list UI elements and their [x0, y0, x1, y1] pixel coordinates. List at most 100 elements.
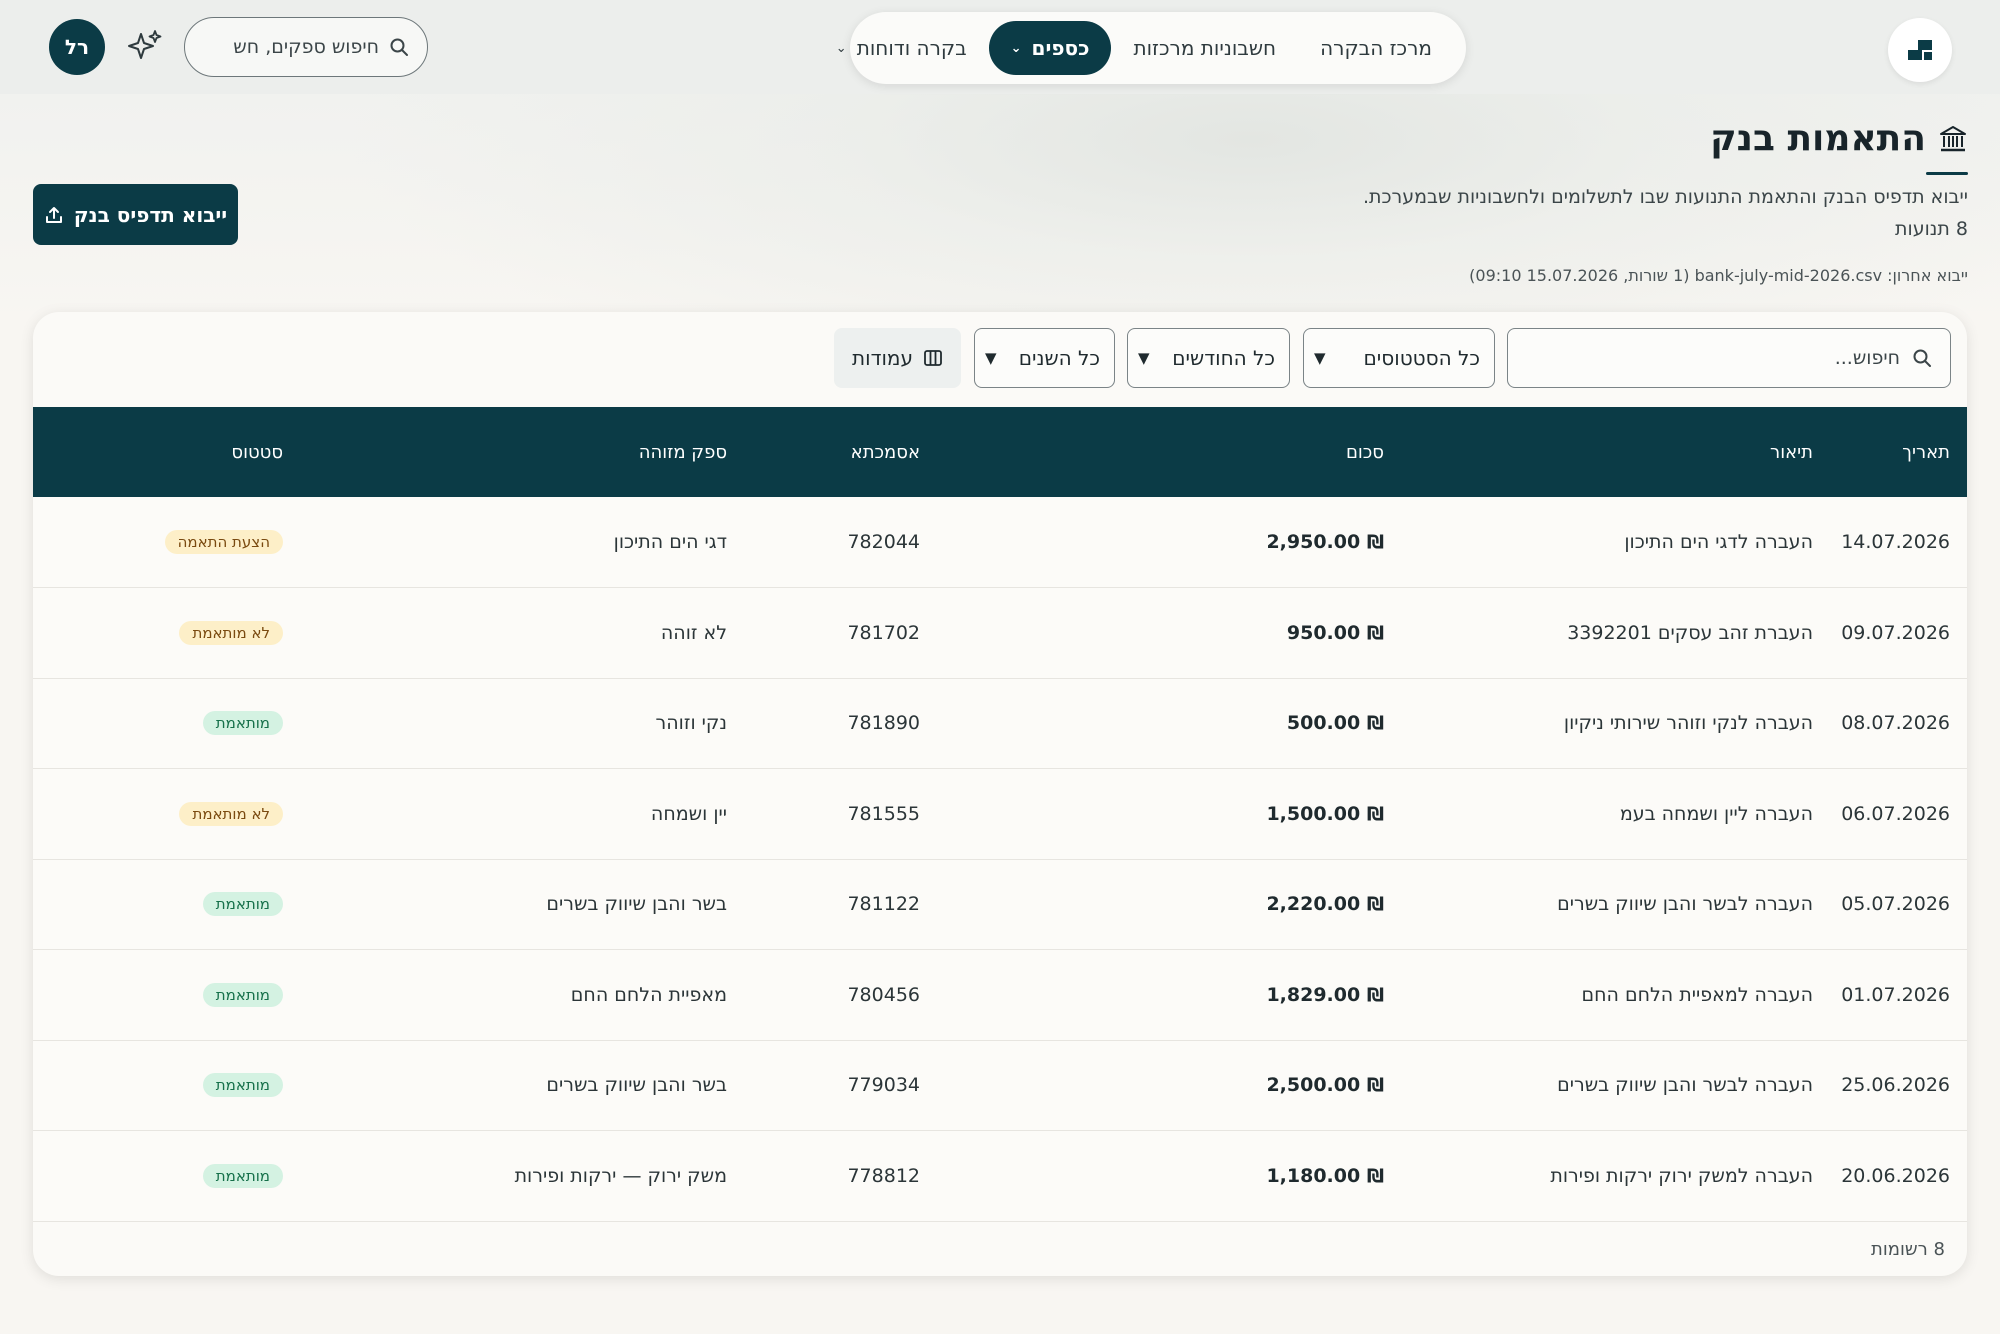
- search-icon: [1913, 349, 1931, 367]
- cell-status: מותאמת: [33, 1040, 300, 1131]
- cell-vendor: משק ירוק — ירקות ופירות: [514, 1164, 727, 1187]
- table-row[interactable]: 20.06.2026 העברה למשק ירוק ירקות ופירות …: [33, 1130, 1967, 1222]
- cell-vendor: מאפיית הלחם החם: [570, 983, 727, 1006]
- table-search[interactable]: [1507, 328, 1951, 388]
- import-statement-button[interactable]: ייבוא תדפיס בנק: [33, 184, 238, 245]
- cell-reference: 781702: [847, 621, 920, 644]
- bank-icon: [1940, 125, 1966, 151]
- upload-icon: [45, 206, 62, 223]
- status-filter-select[interactable]: כל הסטטוסים ▼: [1303, 328, 1495, 388]
- cell-status: מותאמת: [33, 678, 300, 769]
- status-badge[interactable]: מותאמת: [202, 982, 283, 1007]
- cell-date: 01.07.2026: [1841, 983, 1950, 1006]
- global-search[interactable]: [184, 17, 428, 77]
- status-badge[interactable]: מותאמת: [202, 892, 283, 917]
- cell-amount: ₪ 2,500.00: [1266, 1074, 1384, 1097]
- table-header-row: תאריך תיאור סכום אסמכתא ספק מזוהה סטטוס: [33, 407, 1967, 497]
- table-row[interactable]: 05.07.2026 העברה לבשר והבן שיווק בשרים ₪…: [33, 859, 1967, 950]
- table-row[interactable]: 14.07.2026 העברה לדגי הים התיכון ₪ 2,950…: [33, 497, 1967, 588]
- cell-status: מותאמת: [33, 1131, 300, 1222]
- cell-description: העברה לנקי וזוהר שירותי ניקיון: [1563, 712, 1813, 735]
- cell-reference: 781122: [847, 893, 920, 916]
- records-count: 8 רשומות: [1871, 1239, 1945, 1260]
- cell-date: 14.07.2026: [1841, 531, 1950, 553]
- cell-date: 06.07.2026: [1841, 802, 1950, 825]
- nav-item-control-center[interactable]: מרכז הבקרה: [1298, 21, 1454, 75]
- search-icon: [390, 38, 408, 56]
- nav-item-control-reports[interactable]: בקרה ודוחות ⌄: [814, 21, 989, 75]
- transactions-count: 8 תנועות: [1895, 218, 1968, 240]
- table-search-input[interactable]: [1540, 347, 1900, 369]
- transactions-card: כל הסטטוסים ▼ כל החודשים ▼ כל השנים ▼ עמ…: [33, 312, 1967, 1276]
- column-header-date[interactable]: תאריך: [1830, 407, 1967, 497]
- nav-item-consolidated-invoices[interactable]: חשבוניות מרכזות: [1111, 21, 1298, 75]
- chevron-down-icon: ▼: [1138, 349, 1150, 367]
- cell-vendor: בשר והבן שיווק בשרים: [546, 1074, 727, 1097]
- cell-amount: ₪ 500.00: [1286, 712, 1384, 735]
- status-badge[interactable]: מותאמת: [202, 1073, 283, 1098]
- cell-date: 09.07.2026: [1841, 621, 1950, 644]
- month-filter-select[interactable]: כל החודשים ▼: [1127, 328, 1290, 388]
- cell-vendor: נקי וזוהר: [655, 712, 727, 735]
- table-row[interactable]: 06.07.2026 העברה ליין ושמחה בעמ ₪ 1,500.…: [33, 768, 1967, 860]
- cell-date: 25.06.2026: [1841, 1074, 1950, 1097]
- table-row[interactable]: 08.07.2026 העברה לנקי וזוהר שירותי ניקיו…: [33, 678, 1967, 769]
- title-underline: [1926, 172, 1968, 175]
- cell-date: 08.07.2026: [1841, 712, 1950, 735]
- page-title-text: התאמות בנק: [1710, 118, 1926, 159]
- app-logo[interactable]: [1888, 18, 1952, 82]
- main-nav: מרכז הבקרה חשבוניות מרכזות כספים ⌄ בקרה …: [836, 12, 1466, 84]
- column-header-reference[interactable]: אסמכתא: [744, 407, 937, 497]
- cell-reference: 781555: [847, 802, 920, 825]
- chevron-down-icon: ▼: [985, 349, 997, 367]
- user-avatar[interactable]: רל: [49, 19, 105, 75]
- cell-vendor: דגי הים התיכון: [613, 531, 727, 553]
- table-row[interactable]: 25.06.2026 העברה לבשר והבן שיווק בשרים ₪…: [33, 1040, 1967, 1131]
- status-filter-value: כל הסטטוסים: [1363, 346, 1480, 370]
- columns-button[interactable]: עמודות: [834, 328, 961, 388]
- table-toolbar: כל הסטטוסים ▼ כל החודשים ▼ כל השנים ▼ עמ…: [33, 312, 1967, 407]
- cell-vendor: יין ושמחה: [650, 802, 727, 825]
- logo-icon: [1908, 40, 1932, 60]
- year-filter-select[interactable]: כל השנים ▼: [974, 328, 1115, 388]
- cell-amount: ₪ 2,220.00: [1266, 893, 1384, 916]
- status-badge[interactable]: לא מותאמת: [179, 620, 283, 645]
- table-row[interactable]: 01.07.2026 העברה למאפיית הלחם החם ₪ 1,82…: [33, 949, 1967, 1040]
- status-badge[interactable]: מותאמת: [202, 711, 283, 736]
- ai-sparkle-icon[interactable]: [126, 28, 164, 66]
- cell-amount: ₪ 1,500.00: [1266, 802, 1384, 825]
- chevron-down-icon: ⌄: [1010, 40, 1022, 56]
- cell-reference: 778812: [847, 1164, 920, 1187]
- page-subtitle: ייבוא תדפיס הבנק והתאמת התנועות שבו לתשל…: [1362, 186, 1968, 208]
- status-badge[interactable]: הצעת התאמה: [164, 530, 283, 554]
- column-header-status[interactable]: סטטוס: [33, 407, 300, 497]
- cell-amount: ₪ 1,829.00: [1266, 983, 1384, 1006]
- cell-description: העברה ליין ושמחה בעמ: [1619, 802, 1813, 825]
- cell-date: 20.06.2026: [1841, 1164, 1950, 1187]
- cell-amount: ₪ 2,950.00: [1266, 531, 1384, 553]
- column-header-description[interactable]: תיאור: [1401, 407, 1830, 497]
- chevron-down-icon: ⌄: [835, 40, 847, 56]
- table-row[interactable]: 09.07.2026 העברת זהב עסקים 3392201 ₪ 950…: [33, 587, 1967, 678]
- transactions-table: תאריך תיאור סכום אסמכתא ספק מזוהה סטטוס …: [33, 407, 1967, 1222]
- nav-item-label: כספים: [1031, 36, 1090, 60]
- status-badge[interactable]: מותאמת: [202, 1163, 283, 1188]
- cell-description: העברה לדגי הים התיכון: [1624, 531, 1813, 553]
- import-button-label: ייבוא תדפיס בנק: [73, 202, 228, 227]
- last-import-info: ייבוא אחרון: bank-july-mid-2026.csv (1 ש…: [1469, 266, 1968, 285]
- global-search-input[interactable]: [229, 36, 379, 58]
- cell-status: לא מותאמת: [33, 769, 300, 860]
- column-header-vendor[interactable]: ספק מזוהה: [300, 407, 744, 497]
- cell-vendor: לא זוהה: [660, 621, 727, 644]
- cell-reference: 782044: [847, 531, 920, 553]
- cell-reference: 780456: [847, 983, 920, 1006]
- user-initials: רל: [64, 35, 90, 59]
- chevron-down-icon: ▼: [1314, 349, 1326, 367]
- nav-item-label: חשבוניות מרכזות: [1133, 36, 1277, 60]
- month-filter-value: כל החודשים: [1172, 346, 1275, 370]
- columns-icon: [924, 350, 942, 366]
- year-filter-value: כל השנים: [1018, 346, 1100, 370]
- nav-item-finance[interactable]: כספים ⌄: [988, 21, 1112, 75]
- column-header-amount[interactable]: סכום: [937, 407, 1401, 497]
- status-badge[interactable]: לא מותאמת: [179, 801, 283, 826]
